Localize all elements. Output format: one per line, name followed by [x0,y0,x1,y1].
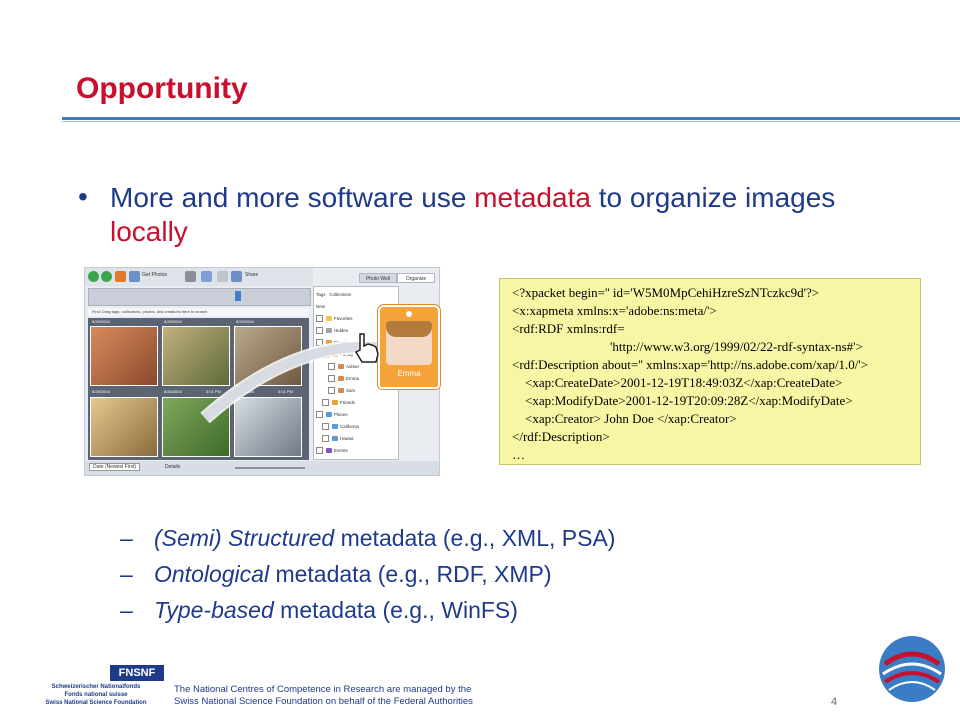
sub-bullet-text: metadata (e.g., XML, PSA) [334,525,616,551]
tab-photo-well: Photo Well [359,273,397,283]
highlight-locally: locally [110,216,188,247]
xml-line: <xap:Creator> John Doe </xap:Creator> [525,411,737,426]
xml-line: <?xpacket begin='' id='W5M0MpCehiHzreSzN… [512,285,820,300]
tab-collections: Collections [329,292,352,297]
tree-label: New [316,304,326,309]
hand-cursor-icon [354,333,379,363]
snf-line: Fonds national suisse [64,692,128,698]
sub-bullet-italic: (Semi) Structured [154,525,335,551]
photo-thumb [90,326,158,386]
bullet-marker: • [78,181,88,212]
tree-item: Hawaii [322,433,402,444]
tab-tags: Tags [316,292,326,297]
tag-icon [332,436,338,442]
dash: – [120,525,133,551]
footer-note: The National Centres of Competence in Re… [174,684,473,708]
main-bullet-text: More and more software use metadata to o… [110,181,870,249]
main-bullet-part2: to organize images [590,182,836,213]
zoom-slider [235,467,305,469]
forward-icon [101,271,112,282]
main-bullet-part1: More and more software use [110,182,475,213]
highlight-metadata: metadata [474,182,591,213]
xml-line: <rdf:RDF xmlns:rdf= [512,321,625,336]
photo-date: 5/26/2004 [164,389,182,394]
xml-line: <x:xapmeta xmlns:x='adobe:ns:meta/'> [512,303,717,318]
timeline-bar [88,288,311,306]
get-photos-icon [129,271,140,282]
photo-thumb [90,397,158,457]
edit-icon [201,271,212,282]
sort-select: Date (Newest First) [89,463,141,471]
sub-bullet-text: metadata (e.g., RDF, XMP) [269,561,552,587]
panel-tabs: Tags Collections [316,289,396,300]
snf-wordmark: Schweizerischer Nationalfonds Fonds nati… [26,683,166,707]
xml-line: <xap:ModifyDate>2001-12-19T20:09:28Z</xa… [525,393,853,408]
nccr-logo [879,636,945,702]
title-divider [62,117,960,120]
dash: – [120,561,133,587]
photo-date: 5/29/2004 [164,319,182,324]
tree-item: Events [316,445,396,456]
get-photos-label: Get Photos [142,272,168,278]
details-label: Details [165,464,181,470]
page-number: 4 [831,696,838,708]
tab-organize: Organize [397,273,435,283]
emma-tag: Emma [378,305,440,389]
tree-label: Hawaii [340,436,354,441]
xml-line: … [512,447,525,462]
timeline-marker [235,291,241,301]
checkbox-icon [316,447,323,455]
sub-bullet-ontological: – Ontological metadata (e.g., RDF, XMP) [120,561,552,588]
photo-date: 5/29/2004 [92,319,110,324]
sub-bullet-italic: Ontological [154,561,270,587]
snf-logo: FNSNF Schweizerischer Nationalfonds Fond… [26,665,176,710]
share-icon [231,271,242,282]
screenshot-bottom-bar: Date (Newest First) Details [85,461,439,475]
home-icon [115,271,126,282]
xml-line: <xap:CreateDate>2001-12-19T18:49:03Z</xa… [525,375,843,390]
checkbox-icon [322,435,329,443]
snf-line: Swiss National Science Foundation [45,700,147,706]
xmp-metadata-box: <?xpacket begin='' id='W5M0MpCehiHzreSzN… [499,278,921,465]
tag-hole [406,311,412,317]
xml-line: 'http://www.w3.org/1999/02/22-rdf-syntax… [610,339,863,354]
screenshot-tabs: Photo Well Organize [313,270,437,284]
sub-bullet-structured: – (Semi) Structured metadata (e.g., XML, … [120,525,615,552]
find-hint: Find: Drag tags, collections, photos, an… [88,308,309,316]
hair-shape [386,321,432,337]
share-label: Share [245,272,259,278]
sub-bullet-italic: Type-based [154,597,274,623]
sub-bullet-text: metadata (e.g., WinFS) [273,597,518,623]
sub-bullet-type-based: – Type-based metadata (e.g., WinFS) [120,597,518,624]
events-icon [326,448,332,454]
title-divider-thin [62,121,960,122]
xml-line: <rdf:Description about='' xmlns:xap='htt… [512,357,869,372]
print-icon [185,271,196,282]
slide-title: Opportunity [76,72,248,105]
footer-line: The National Centres of Competence in Re… [174,684,472,695]
tag-name: Emma [397,369,421,378]
photo-date: 5/29/2004 [92,389,110,394]
xml-line: </rdf:Description> [512,429,610,444]
snf-line: Schweizerischer Nationalfonds [51,684,141,690]
tree-label: Events [334,448,348,453]
snf-badge: FNSNF [110,665,164,681]
tools-icon [217,271,228,282]
back-icon [88,271,99,282]
footer-line: Swiss National Science Foundation on beh… [174,696,473,707]
dash: – [120,597,133,623]
screenshot-toolbar: Get Photos Share [85,268,313,286]
